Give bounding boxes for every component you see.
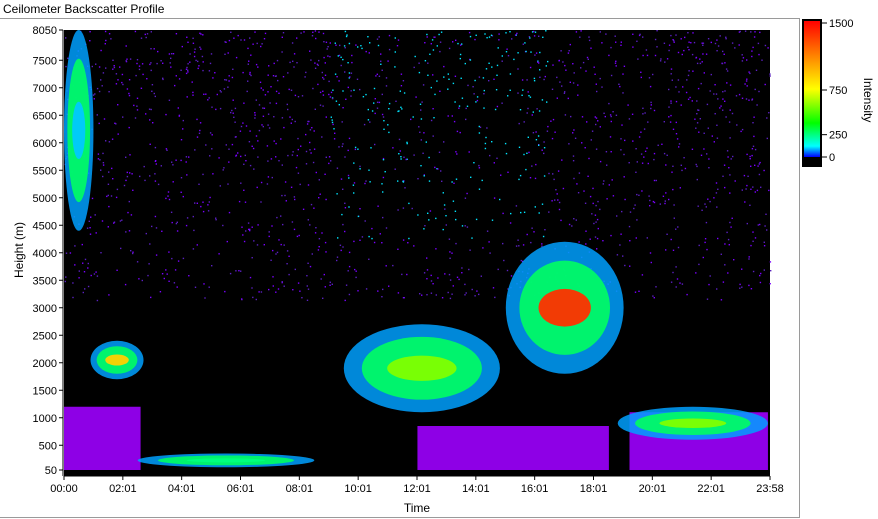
x-tick-label: 06:01 [227, 483, 255, 495]
backscatter-chart: 5050010001500200025003000350040004500500… [12, 18, 875, 515]
colorbar-label: Intensity [861, 78, 875, 123]
feature-low-cloud [137, 453, 315, 468]
x-tick-label: 12:01 [403, 483, 431, 495]
plot-floor [64, 470, 770, 476]
y-tick-label: 5500 [33, 165, 57, 177]
y-tick-label: 3000 [33, 303, 57, 315]
feature-surface-layer [417, 426, 609, 470]
x-axis-label: Time [404, 501, 431, 515]
colorbar: 0 250 750 1500 Intensity [802, 18, 875, 167]
colorbar-tick-label: 750 [829, 85, 847, 97]
y-tick-label: 7500 [33, 55, 57, 67]
feature-cloud-layer [343, 324, 500, 413]
y-tick-label: 7000 [33, 83, 57, 95]
colorbar-zero-band [804, 157, 820, 165]
x-tick-label: 20:01 [639, 483, 667, 495]
x-tick-label: 00:00 [50, 483, 78, 495]
y-axis-label: Height (m) [12, 222, 26, 278]
y-tick-label: 1500 [33, 385, 57, 397]
y-tick-label: 3500 [33, 275, 57, 287]
x-tick-label: 10:01 [344, 483, 372, 495]
x-axis: 00:00 02:01 04:01 06:01 08:01 10:01 12:01 14:01… [50, 475, 784, 495]
x-tick-label: 18:01 [580, 483, 608, 495]
y-tick-label: 500 [39, 440, 57, 452]
y-tick-label: 5000 [33, 193, 57, 205]
y-axis: 50 500 1000 1500 2000 2500 3000 3500 4000 4500 500… [33, 25, 64, 477]
feature-surface-layer [64, 406, 141, 470]
y-tick-label: 50 [45, 465, 57, 477]
feature-cloud-layer [90, 340, 144, 380]
y-tick-label: 8050 [33, 25, 57, 37]
x-tick-label: 16:01 [521, 483, 549, 495]
colorbar-tick-label: 1500 [829, 18, 853, 30]
feature-cloud-layer [617, 406, 768, 440]
colorbar-tick-label: 0 [829, 152, 835, 164]
y-tick-label: 6000 [33, 138, 57, 150]
colorbar-gradient [804, 21, 820, 157]
x-tick-label: 14:01 [462, 483, 490, 495]
feature-high-cloud [63, 30, 94, 231]
y-tick-label: 2500 [33, 330, 57, 342]
feature-cloud-layer [505, 241, 624, 374]
y-tick-label: 6500 [33, 110, 57, 122]
y-tick-label: 4000 [33, 248, 57, 260]
colorbar-tick-label: 250 [829, 130, 847, 142]
x-tick-label: 23:58 [756, 483, 784, 495]
y-tick-label: 1000 [33, 413, 57, 425]
x-tick-label: 04:01 [168, 483, 196, 495]
y-tick-label: 4500 [33, 220, 57, 232]
x-tick-label: 08:01 [286, 483, 314, 495]
x-tick-label: 22:01 [697, 483, 725, 495]
y-tick-label: 2000 [33, 358, 57, 370]
x-tick-label: 02:01 [109, 483, 137, 495]
